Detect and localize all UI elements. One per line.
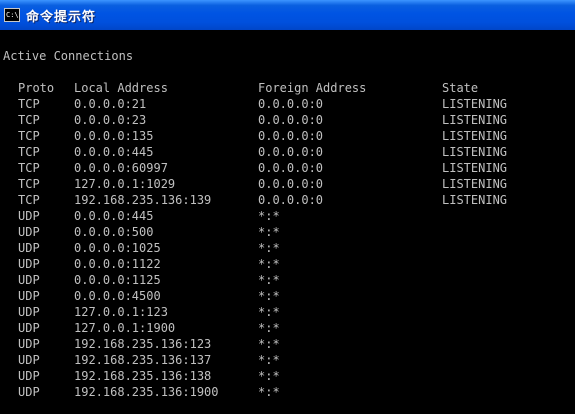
command-prompt-window: C:\ 命令提示符 Active Connections Proto Local… [0, 0, 575, 414]
table-row: UDP 0.0.0.0:1125 *:* [3, 272, 575, 288]
row-foreign-address: 0.0.0.0:0 [258, 145, 324, 159]
row-local-address: 0.0.0.0:1122 [74, 257, 161, 271]
table-row: TCP 192.168.235.136:139 0.0.0.0:0 LISTENING [3, 192, 575, 208]
row-local-address: 0.0.0.0:1025 [74, 241, 161, 255]
row-proto: TCP [18, 145, 40, 159]
row-foreign-address: *:* [258, 241, 280, 255]
row-foreign-address: *:* [258, 273, 280, 287]
table-row: TCP 0.0.0.0:23 0.0.0.0:0 LISTENING [3, 112, 575, 128]
row-proto: UDP [18, 209, 40, 223]
console-output[interactable]: Active Connections Proto Local Address F… [0, 30, 575, 414]
row-local-address: 0.0.0.0:23 [74, 113, 147, 127]
header-foreign-address: Foreign Address [258, 81, 367, 95]
row-proto: UDP [18, 353, 40, 367]
header-state: State [442, 81, 479, 95]
table-row: UDP 192.168.235.136:138 *:* [3, 368, 575, 384]
row-local-address: 0.0.0.0:60997 [74, 161, 168, 175]
row-proto: UDP [18, 241, 40, 255]
row-proto: TCP [18, 193, 40, 207]
row-proto: UDP [18, 369, 40, 383]
title-bar[interactable]: C:\ 命令提示符 [0, 0, 575, 30]
row-proto: UDP [18, 337, 40, 351]
table-row: TCP 127.0.0.1:1029 0.0.0.0:0 LISTENING [3, 176, 575, 192]
row-local-address: 0.0.0.0:1125 [74, 273, 161, 287]
row-local-address: 0.0.0.0:445 [74, 145, 154, 159]
row-foreign-address: 0.0.0.0:0 [258, 177, 324, 191]
row-foreign-address: 0.0.0.0:0 [258, 97, 324, 111]
table-row: TCP 0.0.0.0:21 0.0.0.0:0 LISTENING [3, 96, 575, 112]
row-proto: UDP [18, 305, 40, 319]
row-proto: UDP [18, 289, 40, 303]
row-proto: UDP [18, 225, 40, 239]
table-row: TCP 0.0.0.0:60997 0.0.0.0:0 LISTENING [3, 160, 575, 176]
row-state: LISTENING [442, 177, 508, 191]
row-local-address: 127.0.0.1:1029 [74, 177, 176, 191]
row-proto: TCP [18, 113, 40, 127]
table-row: TCP 0.0.0.0:135 0.0.0.0:0 LISTENING [3, 128, 575, 144]
table-row: TCP 0.0.0.0:445 0.0.0.0:0 LISTENING [3, 144, 575, 160]
row-local-address: 192.168.235.136:123 [74, 337, 212, 351]
row-proto: UDP [18, 321, 40, 335]
header-proto: Proto [18, 81, 55, 95]
row-local-address: 0.0.0.0:500 [74, 225, 154, 239]
row-foreign-address: *:* [258, 225, 280, 239]
table-row: UDP 192.168.235.136:123 *:* [3, 336, 575, 352]
table-row: UDP 127.0.0.1:123 *:* [3, 304, 575, 320]
table-row: UDP 0.0.0.0:445 *:* [3, 208, 575, 224]
row-state: LISTENING [442, 161, 508, 175]
console-heading: Active Connections [3, 49, 134, 63]
row-foreign-address: *:* [258, 369, 280, 383]
row-foreign-address: 0.0.0.0:0 [258, 193, 324, 207]
row-state: LISTENING [442, 97, 508, 111]
table-row: UDP 127.0.0.1:1900 *:* [3, 320, 575, 336]
row-local-address: 0.0.0.0:445 [74, 209, 154, 223]
row-foreign-address: 0.0.0.0:0 [258, 113, 324, 127]
row-foreign-address: 0.0.0.0:0 [258, 161, 324, 175]
row-proto: UDP [18, 273, 40, 287]
row-foreign-address: 0.0.0.0:0 [258, 129, 324, 143]
row-foreign-address: *:* [258, 209, 280, 223]
row-local-address: 192.168.235.136:138 [74, 369, 212, 383]
row-proto: UDP [18, 257, 40, 271]
row-local-address: 0.0.0.0:4500 [74, 289, 161, 303]
table-header-row: Proto Local Address Foreign Address Stat… [3, 80, 575, 96]
row-foreign-address: *:* [258, 289, 280, 303]
row-foreign-address: *:* [258, 385, 280, 399]
row-local-address: 192.168.235.136:139 [74, 193, 212, 207]
table-row: UDP 192.168.235.136:1900 *:* [3, 384, 575, 400]
row-proto: TCP [18, 129, 40, 143]
table-row: UDP 0.0.0.0:4500 *:* [3, 288, 575, 304]
window-title: 命令提示符 [26, 9, 97, 25]
row-state: LISTENING [442, 129, 508, 143]
row-foreign-address: *:* [258, 257, 280, 271]
row-local-address: 127.0.0.1:123 [74, 305, 168, 319]
row-foreign-address: *:* [258, 337, 280, 351]
row-local-address: 0.0.0.0:135 [74, 129, 154, 143]
row-proto: TCP [18, 177, 40, 191]
connection-rows: TCP 0.0.0.0:21 0.0.0.0:0 LISTENING TCP 0.0.0.… [3, 96, 575, 400]
row-state: LISTENING [442, 145, 508, 159]
row-state: LISTENING [442, 193, 508, 207]
row-foreign-address: *:* [258, 353, 280, 367]
row-local-address: 192.168.235.136:1900 [74, 385, 219, 399]
table-row: UDP 0.0.0.0:1025 *:* [3, 240, 575, 256]
command-prompt-icon[interactable]: C:\ [4, 8, 20, 22]
row-local-address: 192.168.235.136:137 [74, 353, 212, 367]
row-proto: TCP [18, 161, 40, 175]
row-proto: UDP [18, 385, 40, 399]
row-foreign-address: *:* [258, 321, 280, 335]
table-row: UDP 192.168.235.136:137 *:* [3, 352, 575, 368]
table-row: UDP 0.0.0.0:1122 *:* [3, 256, 575, 272]
row-state: LISTENING [442, 113, 508, 127]
row-foreign-address: *:* [258, 305, 280, 319]
table-row: UDP 0.0.0.0:500 *:* [3, 224, 575, 240]
row-local-address: 127.0.0.1:1900 [74, 321, 176, 335]
row-local-address: 0.0.0.0:21 [74, 97, 147, 111]
header-local-address: Local Address [74, 81, 168, 95]
row-proto: TCP [18, 97, 40, 111]
